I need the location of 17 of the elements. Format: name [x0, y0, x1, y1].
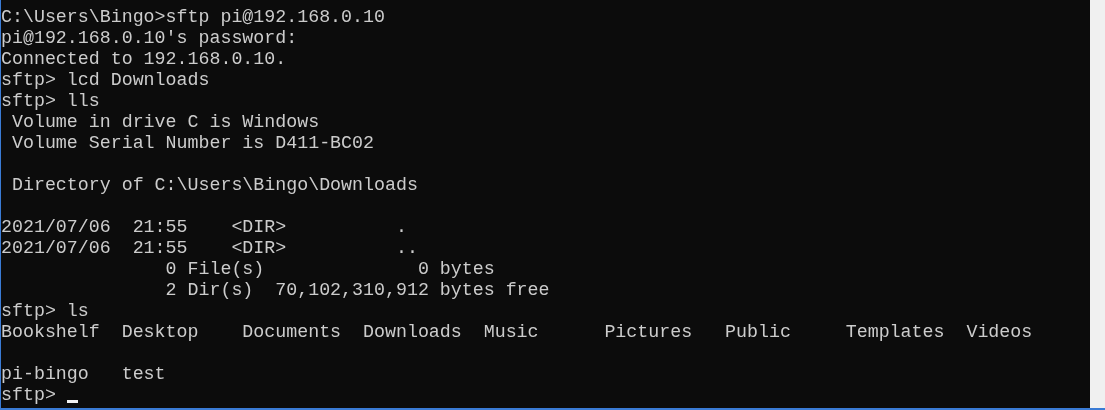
console-line: pi@192.168.0.10's password: — [1, 28, 298, 48]
scrollbar[interactable] — [1090, 0, 1105, 408]
console-line: C:\Users\Bingo>sftp pi@192.168.0.10 — [1, 7, 385, 27]
console-line: Directory of C:\Users\Bingo\Downloads — [10, 175, 418, 195]
console-line: 2021/07/06 21:55 <DIR> .. — [1, 238, 418, 258]
console-line: sftp> — [1, 385, 57, 405]
console-line: Bookshelf Desktop Documents Downloads Music Pictures Public Templates Videos — [1, 322, 1033, 342]
console-line: Connected to 192.168.0.10. — [1, 49, 287, 69]
console-line: sftp> lcd Downloads — [1, 70, 210, 90]
console-line: sftp> lls — [1, 91, 100, 111]
console-line: Volume Serial Number is D411-BC02 — [10, 133, 374, 153]
console-line: 2021/07/06 21:55 <DIR> . — [1, 217, 407, 237]
console-line: sftp> ls — [1, 301, 89, 321]
console-line: 0 File(s) 0 bytes — [164, 259, 495, 279]
console-line: Volume in drive C is Windows — [10, 112, 320, 132]
console-line: 2 Dir(s) 70,102,310,912 bytes free — [164, 280, 550, 300]
console-line: pi-bingo test — [1, 364, 166, 384]
